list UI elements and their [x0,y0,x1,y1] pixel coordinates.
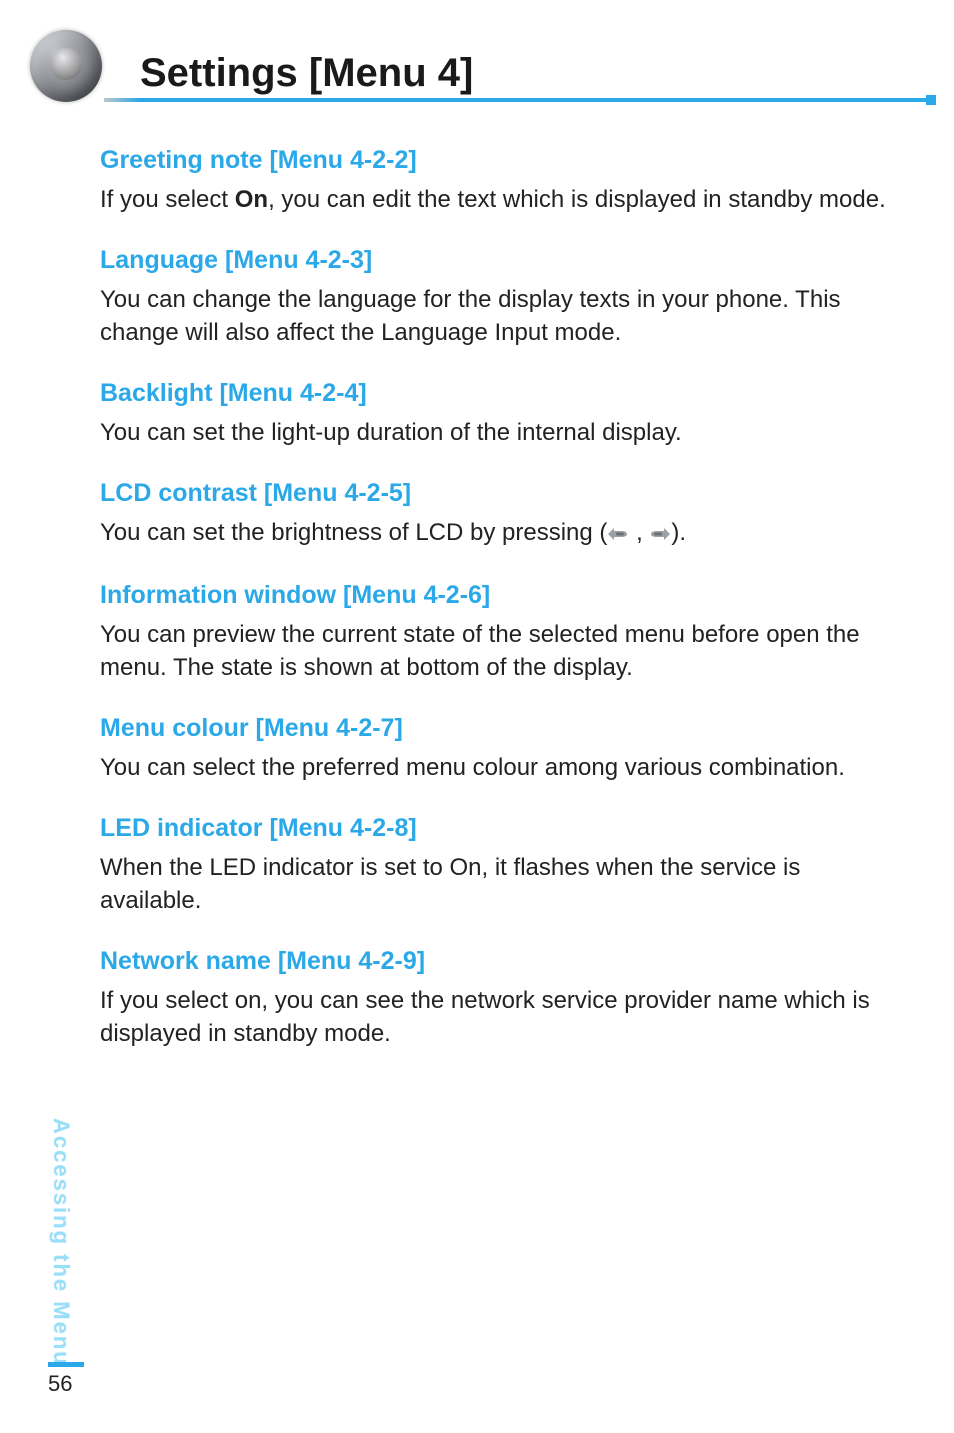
section-heading: Network name [Menu 4-2-9] [100,947,896,976]
section-body: You can set the light-up duration of the… [100,416,896,449]
title-block: Settings [Menu 4] [140,51,936,102]
section-heading: Greeting note [Menu 4-2-2] [100,146,896,175]
page-header: Settings [Menu 4] [0,0,954,102]
section-language: Language [Menu 4-2-3] You can change the… [100,246,896,349]
body-text: ). [671,519,686,546]
content-area: Greeting note [Menu 4-2-2] If you select… [0,102,954,1050]
body-bold: On [235,186,268,213]
right-nav-key-icon [649,518,671,551]
section-menu-colour: Menu colour [Menu 4-2-7] You can select … [100,714,896,784]
section-heading: LCD contrast [Menu 4-2-5] [100,479,896,508]
section-information-window: Information window [Menu 4-2-6] You can … [100,581,896,684]
left-nav-key-icon [607,518,629,551]
side-tab-text: Accessing the Menu [49,1118,74,1367]
section-heading: LED indicator [Menu 4-2-8] [100,814,896,843]
section-body: If you select On, you can edit the text … [100,183,896,216]
body-text: If you select [100,186,235,213]
section-led-indicator: LED indicator [Menu 4-2-8] When the LED … [100,814,896,917]
section-body: You can change the language for the disp… [100,283,896,349]
section-heading: Language [Menu 4-2-3] [100,246,896,275]
page-number: 56 [48,1362,84,1397]
section-backlight: Backlight [Menu 4-2-4] You can set the l… [100,379,896,449]
title-underline [140,98,936,102]
side-tab-label: Accessing the Menu [48,1118,74,1367]
section-heading: Backlight [Menu 4-2-4] [100,379,896,408]
section-greeting-note: Greeting note [Menu 4-2-2] If you select… [100,146,896,216]
body-text: , you can edit the text which is display… [268,186,886,213]
section-body: When the LED indicator is set to On, it … [100,851,896,917]
section-heading: Information window [Menu 4-2-6] [100,581,896,610]
section-body: You can select the preferred menu colour… [100,751,896,784]
section-network-name: Network name [Menu 4-2-9] If you select … [100,947,896,1050]
page-title: Settings [Menu 4] [140,51,936,98]
body-text: You can set the brightness of LCD by pre… [100,519,607,546]
section-heading: Menu colour [Menu 4-2-7] [100,714,896,743]
section-lcd-contrast: LCD contrast [Menu 4-2-5] You can set th… [100,479,896,550]
section-body: You can preview the current state of the… [100,618,896,684]
section-body: You can set the brightness of LCD by pre… [100,516,896,550]
section-emblem-icon [30,30,102,102]
section-body: If you select on, you can see the networ… [100,984,896,1050]
key-separator: , [629,519,649,546]
